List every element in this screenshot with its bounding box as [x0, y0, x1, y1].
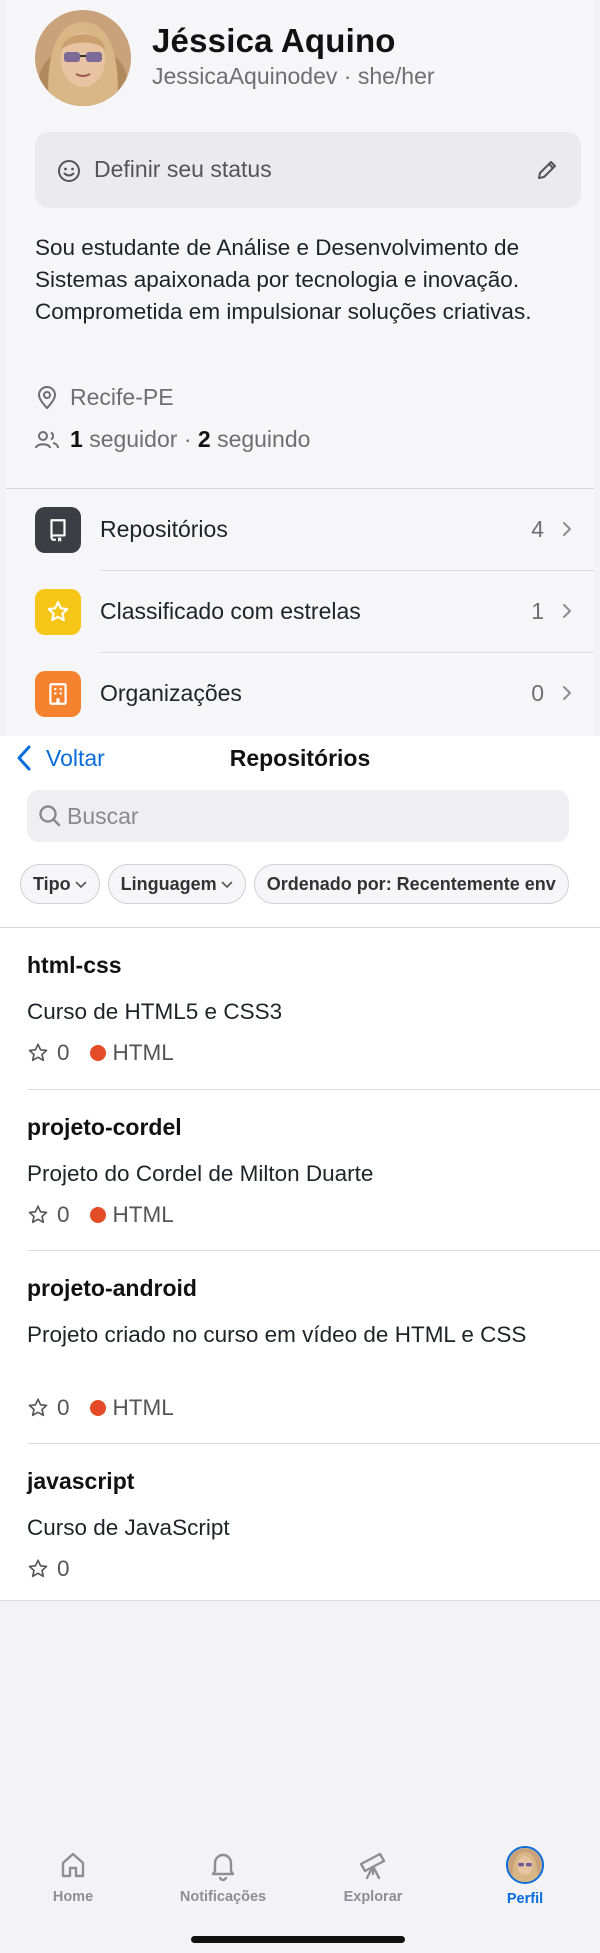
repo-language: HTML — [112, 1395, 174, 1420]
repo-name: javascript — [27, 1468, 135, 1494]
tab-notifications[interactable]: Notificações — [163, 1848, 283, 1905]
filter-type-label: Tipo — [33, 874, 71, 894]
menu-item-starred[interactable]: Classificado com estrelas 1 — [6, 571, 594, 653]
chevron-down-icon — [221, 881, 232, 889]
tab-profile[interactable]: Perfil — [465, 1846, 585, 1907]
menu-item-count: 4 — [531, 516, 544, 542]
language-color-dot — [89, 1045, 106, 1061]
divider — [0, 1600, 600, 1601]
repo-meta: 0 — [27, 1556, 70, 1582]
profile-name: Jéssica Aquino — [152, 22, 396, 59]
repo-star-count: 0 — [57, 1202, 70, 1227]
repositories-header: Voltar Repositórios TipoLinguagemOrdenad… — [0, 736, 600, 928]
set-status-button[interactable]: Definir seu status — [35, 132, 581, 208]
tab-label: Explorar — [343, 1889, 403, 1905]
menu-item-label: Repositórios — [100, 516, 228, 542]
search-icon — [39, 805, 61, 827]
tab-label: Perfil — [506, 1891, 544, 1907]
repo-meta: 0 HTML — [27, 1202, 174, 1228]
chevron-right-icon — [563, 604, 571, 618]
repo-star-count: 0 — [57, 1556, 70, 1581]
menu-item-count: 1 — [531, 598, 544, 624]
avatar-icon — [506, 1846, 544, 1884]
filter-chips: Tipo Linguagem Ordenado por: Recentemente … — [20, 864, 600, 906]
follow-separator: · — [183, 426, 192, 452]
repo-list-item[interactable]: projeto-android Projeto criado no curso … — [0, 1251, 600, 1444]
tab-label: Notificações — [179, 1889, 267, 1905]
repo-meta: 0 HTML — [27, 1040, 174, 1066]
star-outline-icon — [28, 1205, 48, 1224]
repo-icon — [35, 507, 81, 553]
menu-item-label: Classificado com estrelas — [100, 598, 361, 624]
star-icon — [35, 589, 81, 635]
follow-stats[interactable]: 1 seguidor · 2 seguindo — [70, 426, 310, 453]
menu-item-count: 0 — [531, 680, 544, 706]
following-count: 2 — [197, 426, 211, 452]
menu-item-organizations[interactable]: Organizações 0 — [6, 653, 594, 735]
building-icon — [35, 671, 81, 717]
profile-avatar[interactable] — [35, 10, 131, 106]
home-indicator[interactable] — [191, 1936, 405, 1943]
repo-language: HTML — [112, 1040, 174, 1065]
repo-list-item[interactable]: html-css Curso de HTML5 e CSS3 0 HTML — [0, 928, 600, 1090]
chevron-right-icon — [563, 686, 571, 700]
filter-sort[interactable]: Ordenado por: Recentemente env — [253, 864, 569, 904]
status-placeholder: Definir seu status — [94, 156, 272, 182]
tab-bar: Home Notificações Explorar Perfil — [0, 1822, 600, 1953]
profile-bio: Sou estudante de Análise e Desenvolvimen… — [35, 235, 532, 324]
search-input[interactable] — [67, 790, 547, 842]
repo-meta: 0 HTML — [27, 1395, 174, 1421]
following-label: seguindo — [217, 426, 311, 452]
home-icon — [61, 1852, 85, 1878]
search-bar[interactable] — [27, 790, 569, 842]
followers-count: 1 — [70, 426, 83, 452]
smiley-icon — [58, 160, 80, 182]
chevron-down-icon — [75, 881, 86, 889]
language-color-dot — [89, 1207, 106, 1223]
bell-icon — [211, 1853, 235, 1882]
avatar-image — [35, 10, 131, 106]
tab-home[interactable]: Home — [13, 1848, 133, 1905]
repo-language: HTML — [112, 1202, 174, 1227]
filter-language-label: Linguagem — [120, 874, 217, 894]
profile-card: Jéssica Aquino JessicaAquinodev · she/he… — [6, 0, 594, 736]
repo-list-item[interactable]: projeto-cordel Projeto do Cordel de Milt… — [0, 1090, 600, 1251]
profile-login-pronouns: JessicaAquinodev · she/her — [152, 63, 435, 89]
telescope-icon — [359, 1852, 386, 1880]
tab-label: Home — [52, 1889, 94, 1905]
profile-location: Recife-PE — [70, 384, 174, 410]
tab-explore[interactable]: Explorar — [313, 1848, 433, 1905]
repo-name: html-css — [27, 952, 122, 978]
repo-list-item[interactable]: javascript Curso de JavaScript 0 — [0, 1444, 600, 1601]
filter-language[interactable]: Linguagem — [107, 864, 246, 904]
repo-description: Curso de HTML5 e CSS3 — [27, 999, 283, 1024]
star-outline-icon — [28, 1398, 48, 1417]
filter-type[interactable]: Tipo — [20, 864, 100, 904]
language-color-dot — [89, 1400, 106, 1416]
star-outline-icon — [28, 1559, 48, 1578]
menu-item-label: Organizações — [100, 680, 242, 706]
repo-description: Curso de JavaScript — [27, 1515, 230, 1540]
menu-item-repositories[interactable]: Repositórios 4 — [6, 489, 594, 571]
star-outline-icon — [28, 1043, 48, 1062]
repo-star-count: 0 — [57, 1395, 70, 1420]
filter-sort-label: Ordenado por: Recentemente env — [266, 874, 556, 894]
followers-label: seguidor — [89, 426, 178, 452]
chevron-right-icon — [563, 522, 571, 536]
repo-description: Projeto criado no curso em vídeo de HTML… — [27, 1322, 527, 1347]
page-title: Repositórios — [229, 745, 371, 771]
location-pin-icon — [37, 386, 57, 410]
people-icon — [35, 431, 59, 449]
pencil-icon[interactable] — [535, 158, 559, 182]
repo-star-count: 0 — [57, 1040, 70, 1065]
repo-description: Projeto do Cordel de Milton Duarte — [27, 1161, 374, 1186]
repo-name: projeto-android — [27, 1275, 197, 1301]
repo-name: projeto-cordel — [27, 1114, 182, 1140]
